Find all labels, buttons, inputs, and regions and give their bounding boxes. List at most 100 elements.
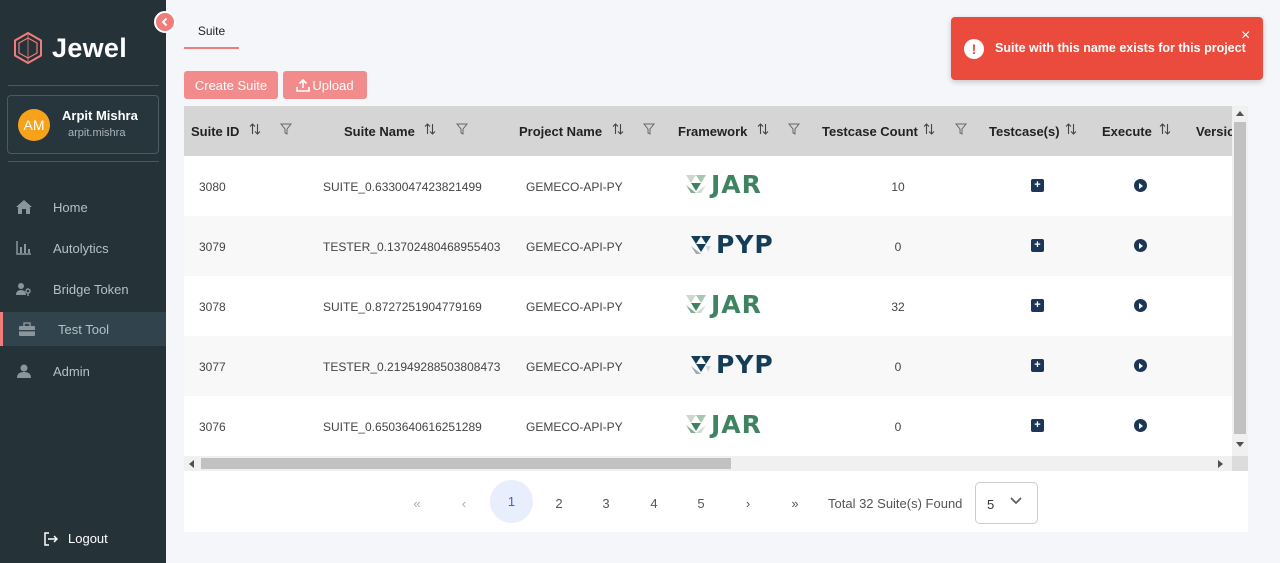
framework-label: JAR: [711, 290, 762, 319]
logout-label: Logout: [68, 531, 108, 546]
table-row[interactable]: 3079 TESTER_0.13702480468955403 GEMECO-A…: [184, 216, 1232, 276]
column-header-testcases[interactable]: Testcase(s): [989, 124, 1060, 139]
tab-suite[interactable]: Suite: [184, 16, 239, 49]
add-testcase-button[interactable]: +: [1031, 299, 1044, 312]
add-testcase-button[interactable]: +: [1031, 359, 1044, 372]
filter-icon[interactable]: [280, 123, 292, 135]
sidebar-divider: [8, 161, 159, 162]
cell-testcase-count: 0: [894, 240, 902, 254]
execute-play-button[interactable]: [1134, 239, 1147, 252]
pagination: « ‹ 1 2 3 4 5 › » Total 32 Suite(s) Foun…: [184, 471, 1248, 532]
suite-table: Suite ID Suite Name Project Name Framewo…: [184, 106, 1248, 471]
last-page-button[interactable]: »: [780, 496, 810, 511]
cell-suite-name: TESTER_0.21949288503808473: [323, 360, 501, 374]
column-header-version[interactable]: Versio: [1196, 124, 1235, 139]
framework-label: PYP: [716, 230, 774, 259]
execute-play-button[interactable]: [1134, 359, 1147, 372]
scroll-left-icon[interactable]: [188, 460, 194, 468]
create-suite-button[interactable]: Create Suite: [184, 71, 278, 99]
page-button-5[interactable]: 5: [686, 496, 716, 511]
cell-project-name: GEMECO-API-PY: [526, 300, 623, 314]
column-header-suite-id[interactable]: Suite ID: [191, 124, 239, 139]
table-row[interactable]: 3076 SUITE_0.6503640616251289 GEMECO-API…: [184, 396, 1232, 456]
add-testcase-button[interactable]: +: [1031, 419, 1044, 432]
cell-suite-name: SUITE_0.6503640616251289: [323, 420, 482, 434]
filter-icon[interactable]: [456, 123, 468, 135]
user-profile-card[interactable]: AM Arpit Mishra arpit.mishra: [7, 95, 159, 154]
add-testcase-button[interactable]: +: [1031, 239, 1044, 252]
sort-icon[interactable]: [1159, 123, 1171, 135]
jar-logo-icon: [686, 174, 706, 193]
sort-icon[interactable]: [612, 123, 624, 135]
page-size-select[interactable]: 5: [975, 482, 1038, 524]
upload-button[interactable]: Upload: [283, 71, 367, 99]
sidebar-collapse-button[interactable]: [154, 11, 176, 33]
execute-play-button[interactable]: [1134, 419, 1147, 432]
framework-logo: JAR: [684, 290, 762, 319]
add-testcase-button[interactable]: +: [1031, 179, 1044, 192]
execute-play-button[interactable]: [1134, 179, 1147, 192]
framework-label: JAR: [711, 410, 762, 439]
jar-logo-icon: [686, 414, 706, 433]
sidebar-item-label: Admin: [53, 364, 90, 379]
framework-label: PYP: [716, 350, 774, 379]
column-header-testcase-count[interactable]: Testcase Count: [822, 124, 918, 139]
sort-icon[interactable]: [1065, 123, 1077, 135]
pyp-logo-icon: [691, 235, 711, 254]
vertical-scroll-thumb[interactable]: [1234, 122, 1246, 434]
upload-icon: [296, 78, 311, 92]
users-key-icon: [16, 283, 31, 296]
next-page-button[interactable]: ›: [733, 496, 763, 511]
chevron-down-icon: [1010, 497, 1022, 505]
sort-icon[interactable]: [424, 123, 436, 135]
horizontal-scroll-thumb[interactable]: [201, 458, 731, 469]
column-header-execute[interactable]: Execute: [1102, 124, 1152, 139]
sidebar-item-home[interactable]: Home: [0, 190, 166, 224]
total-count-label: Total 32 Suite(s) Found: [828, 496, 963, 511]
sidebar-item-autolytics[interactable]: Autolytics: [0, 231, 166, 265]
sidebar-item-admin[interactable]: Admin: [0, 354, 166, 388]
filter-icon[interactable]: [955, 123, 967, 135]
logout-icon: [44, 531, 58, 546]
column-header-framework[interactable]: Framework: [678, 124, 747, 139]
sort-icon[interactable]: [757, 123, 769, 135]
horizontal-scrollbar[interactable]: [184, 456, 1232, 471]
framework-logo: JAR: [684, 170, 762, 199]
sort-icon[interactable]: [923, 123, 935, 135]
scrollbar-corner: [1232, 456, 1248, 471]
table-row[interactable]: 3080 SUITE_0.6330047423821499 GEMECO-API…: [184, 156, 1232, 216]
logout-button[interactable]: Logout: [44, 531, 108, 546]
sidebar-item-label: Autolytics: [53, 241, 109, 256]
prev-page-button[interactable]: ‹: [449, 496, 479, 511]
scroll-right-icon[interactable]: [1218, 460, 1224, 468]
page-button-1[interactable]: 1: [490, 480, 533, 523]
scroll-up-icon[interactable]: [1236, 110, 1244, 116]
profile-username: arpit.mishra: [68, 127, 126, 139]
toast-close-button[interactable]: ×: [1241, 27, 1250, 45]
scroll-down-icon[interactable]: [1236, 442, 1244, 448]
first-page-button[interactable]: «: [402, 496, 432, 511]
page-button-2[interactable]: 2: [544, 496, 574, 511]
sidebar-item-test-tool[interactable]: Test Tool: [0, 312, 166, 346]
error-icon: !: [964, 39, 984, 59]
cell-suite-id: 3079: [199, 240, 226, 254]
sidebar-divider: [8, 85, 159, 86]
filter-icon[interactable]: [788, 123, 800, 135]
profile-name: Arpit Mishra: [62, 108, 138, 123]
page-button-4[interactable]: 4: [639, 496, 669, 511]
table-row[interactable]: 3078 SUITE_0.8727251904779169 GEMECO-API…: [184, 276, 1232, 336]
column-header-suite-name[interactable]: Suite Name: [344, 124, 415, 139]
sidebar: Jewel AM Arpit Mishra arpit.mishra Home …: [0, 0, 166, 563]
execute-play-button[interactable]: [1134, 299, 1147, 312]
toast-message: Suite with this name exists for this pro…: [995, 41, 1246, 55]
page-button-3[interactable]: 3: [591, 496, 621, 511]
sidebar-item-bridge-token[interactable]: Bridge Token: [0, 272, 166, 306]
vertical-scrollbar[interactable]: [1232, 106, 1248, 456]
pyp-logo-icon: [691, 355, 711, 374]
column-header-project-name[interactable]: Project Name: [519, 124, 602, 139]
table-row[interactable]: 3077 TESTER_0.21949288503808473 GEMECO-A…: [184, 336, 1232, 396]
cell-suite-name: SUITE_0.6330047423821499: [323, 180, 482, 194]
sort-icon[interactable]: [249, 123, 261, 135]
jewel-logo-icon: [14, 32, 42, 64]
filter-icon[interactable]: [643, 123, 655, 135]
